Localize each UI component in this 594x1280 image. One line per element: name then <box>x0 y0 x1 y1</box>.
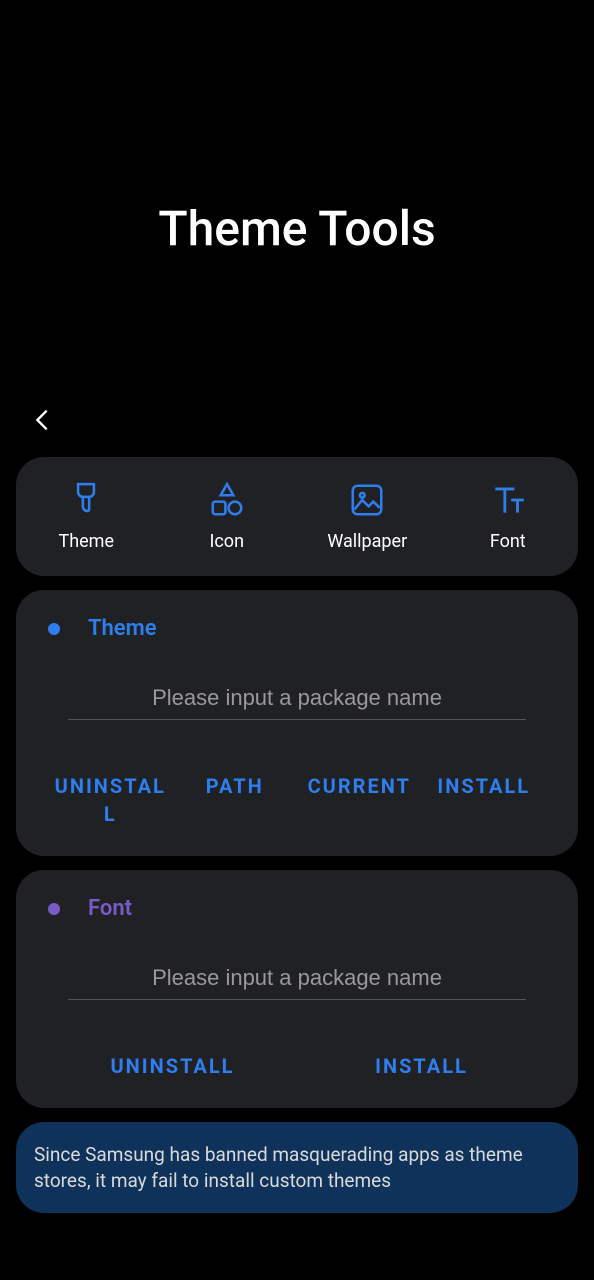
notice-banner: Since Samsung has banned masquerading ap… <box>16 1122 578 1213</box>
section-title: Font <box>88 896 132 921</box>
nav-item-font[interactable]: Font <box>438 481 579 552</box>
nav-item-icon[interactable]: Icon <box>157 481 298 552</box>
nav-item-wallpaper[interactable]: Wallpaper <box>297 481 438 552</box>
section-title: Theme <box>88 616 157 641</box>
uninstall-button[interactable]: UNINSTALL <box>48 772 173 828</box>
chevron-left-icon <box>28 421 56 440</box>
bullet-icon <box>48 623 60 635</box>
font-icon <box>489 481 527 519</box>
nav-label: Font <box>490 531 526 552</box>
page-title: Theme Tools <box>0 0 594 397</box>
theme-actions: UNINSTALL PATH CURRENT INSTALL <box>48 772 546 828</box>
install-button[interactable]: INSTALL <box>297 1052 546 1080</box>
theme-section: Theme UNINSTALL PATH CURRENT INSTALL <box>16 590 578 856</box>
category-nav: Theme Icon Wallpaper <box>16 457 578 576</box>
font-actions: UNINSTALL INSTALL <box>48 1052 546 1080</box>
uninstall-button[interactable]: UNINSTALL <box>48 1052 297 1080</box>
current-button[interactable]: CURRENT <box>297 772 422 828</box>
image-icon <box>348 481 386 519</box>
nav-item-theme[interactable]: Theme <box>16 481 157 552</box>
section-header: Theme <box>48 616 546 641</box>
shapes-icon <box>208 481 246 519</box>
font-package-input[interactable] <box>68 957 526 1000</box>
nav-label: Wallpaper <box>327 531 407 552</box>
section-header: Font <box>48 896 546 921</box>
install-button[interactable]: INSTALL <box>422 772 547 828</box>
bullet-icon <box>48 903 60 915</box>
back-button[interactable] <box>28 404 56 440</box>
brush-icon <box>67 481 105 519</box>
theme-package-input[interactable] <box>68 677 526 720</box>
path-button[interactable]: PATH <box>173 772 298 828</box>
nav-label: Theme <box>58 531 114 552</box>
nav-label: Icon <box>209 531 244 552</box>
font-section: Font UNINSTALL INSTALL <box>16 870 578 1108</box>
